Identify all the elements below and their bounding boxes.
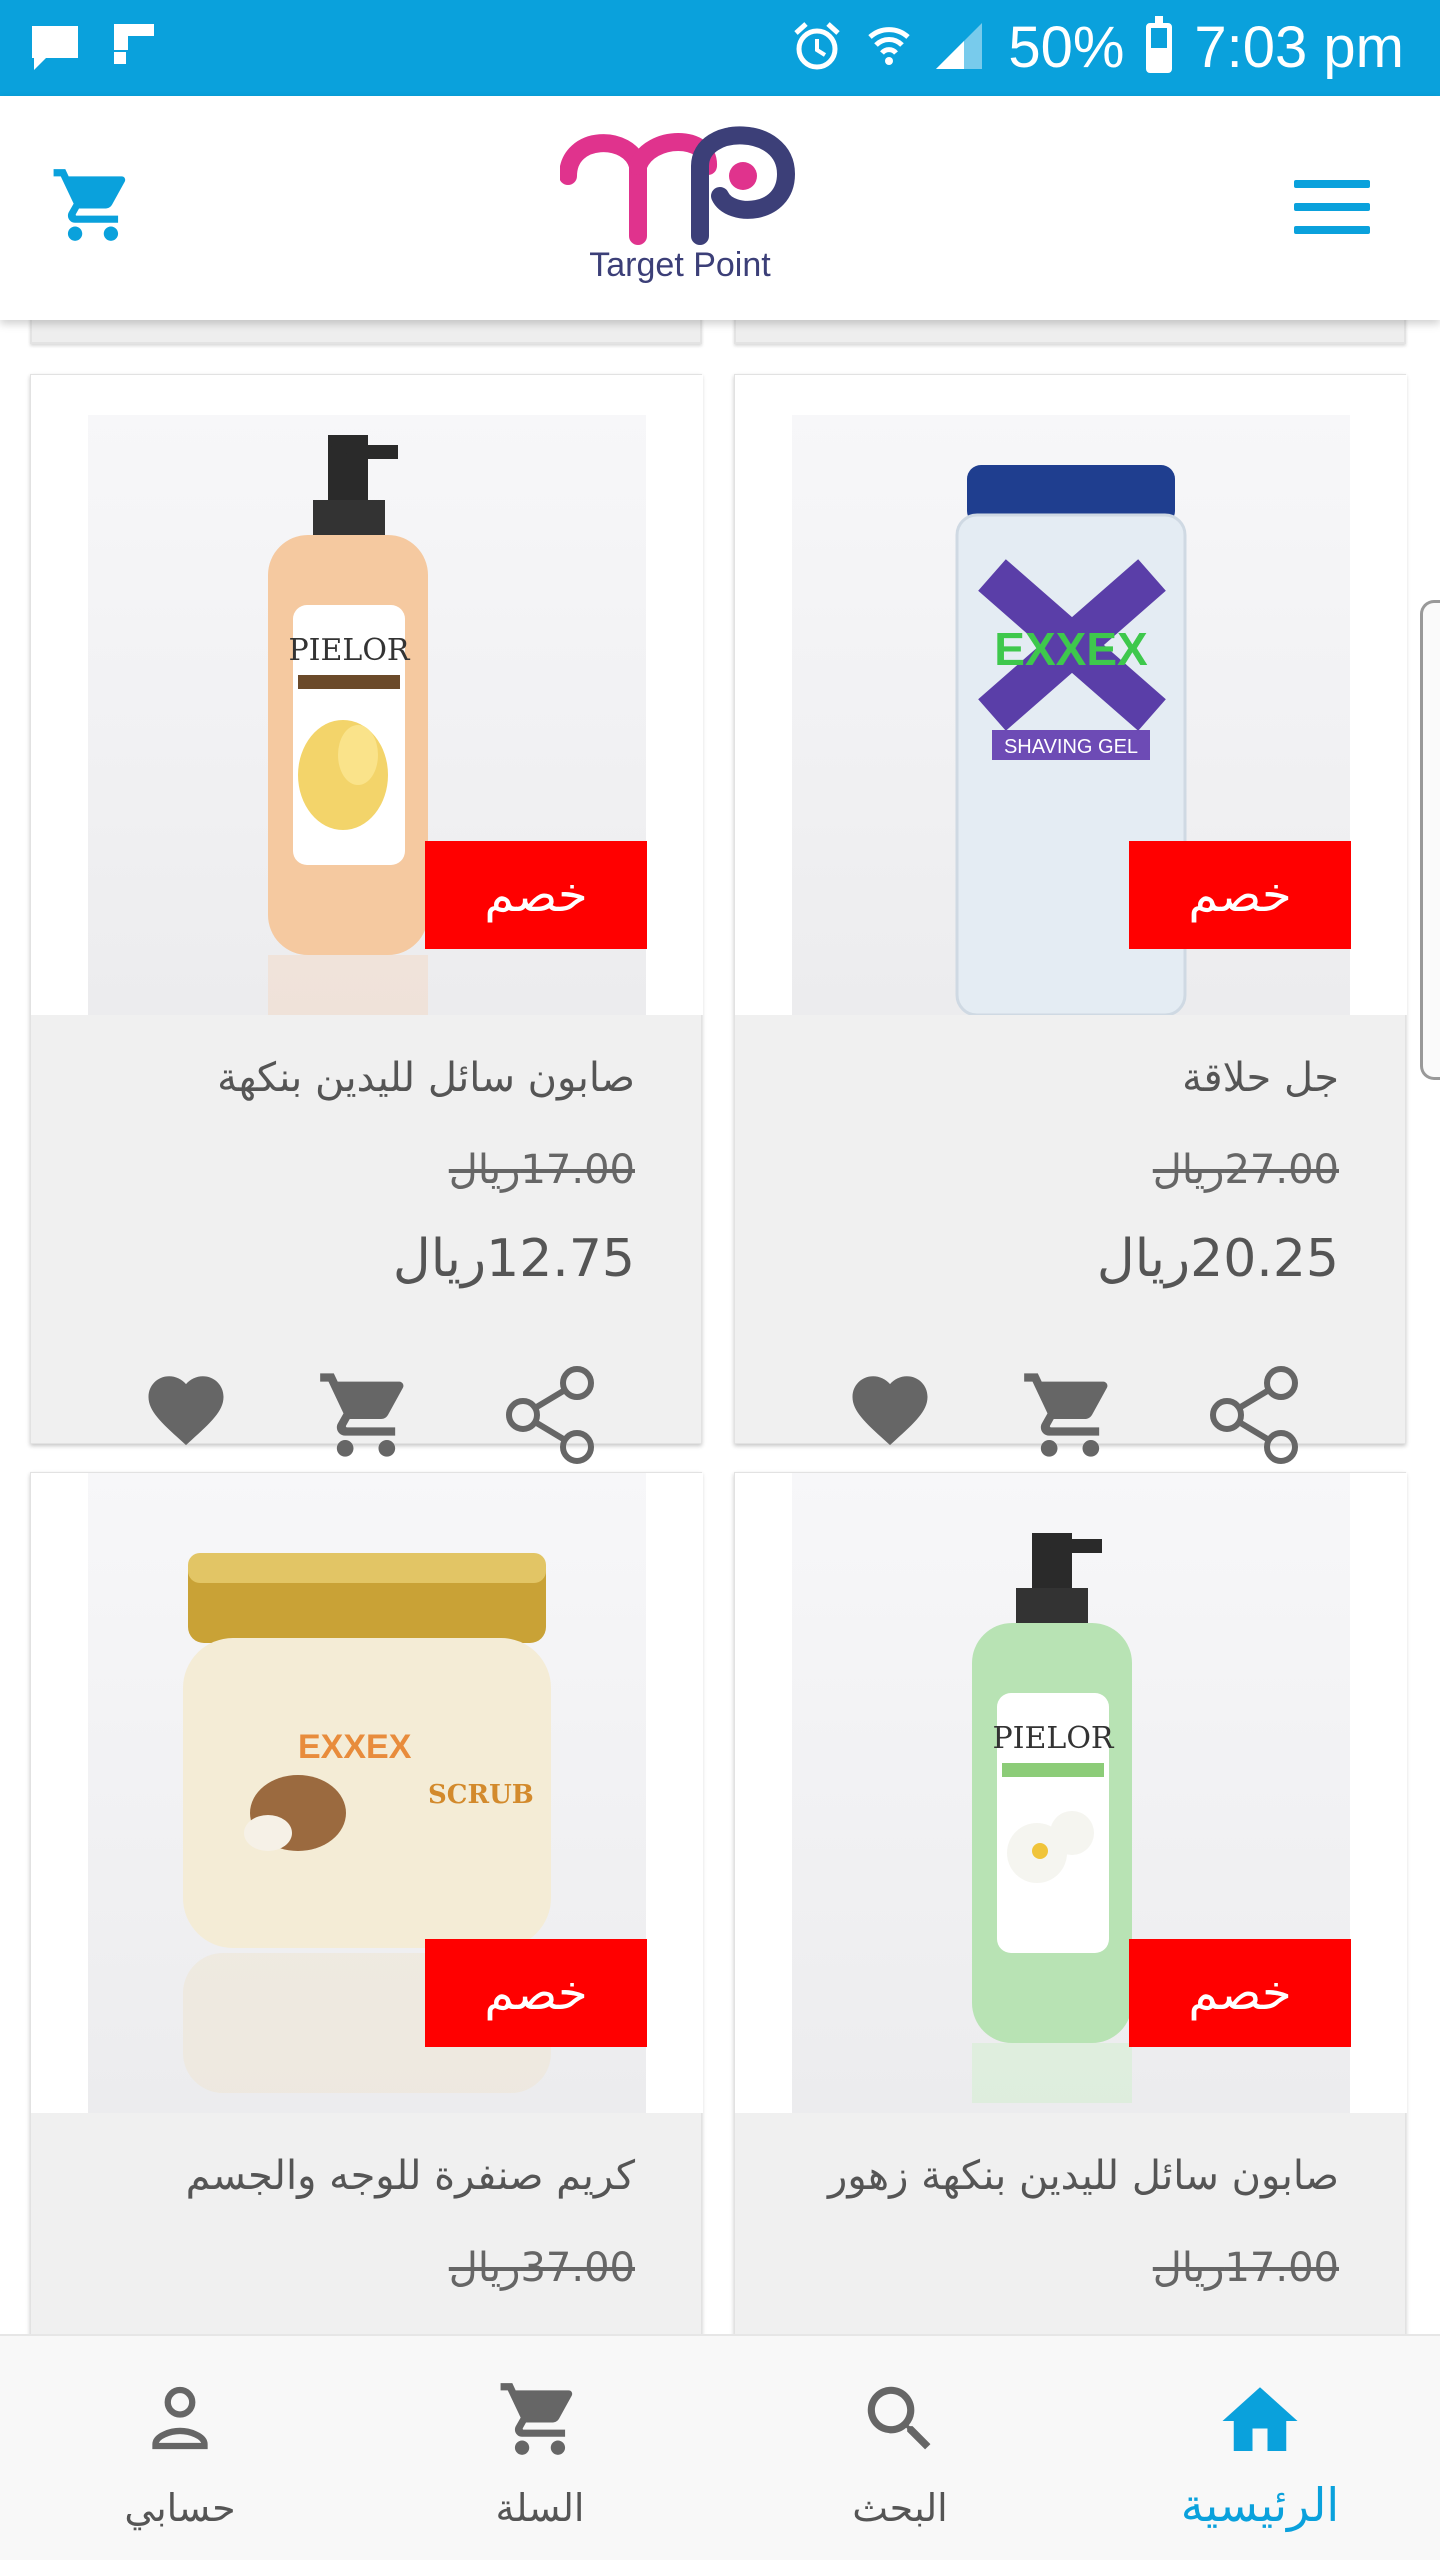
search-icon bbox=[720, 2376, 1080, 2462]
product-image[interactable]: EXXEX SCRUB خصم bbox=[31, 1473, 703, 2113]
person-icon bbox=[0, 2376, 360, 2460]
svg-text:PIELOR: PIELOR bbox=[992, 1721, 1114, 1756]
bottom-navigation: حسابي السلة البحث الرئيسية bbox=[0, 2334, 1440, 2560]
alarm-icon bbox=[790, 19, 844, 77]
clock: 7:03 pm bbox=[1194, 15, 1404, 80]
product-card[interactable]: EXXEX SCRUB خصم كريم صنفرة للوجه والجسم … bbox=[30, 1472, 703, 2334]
previous-card-stub bbox=[734, 320, 1406, 344]
status-bar: 50% 7:03 pm bbox=[0, 0, 1440, 96]
home-icon bbox=[1080, 2376, 1440, 2466]
svg-text:SCRUB: SCRUB bbox=[428, 1780, 534, 1810]
product-card[interactable]: EXXEX SHAVING GEL خصم جل حلاقة 27.00ريال… bbox=[734, 374, 1407, 1464]
add-to-cart-icon[interactable] bbox=[316, 1365, 416, 1469]
previous-card-stub bbox=[30, 320, 702, 344]
nav-search[interactable]: البحث bbox=[720, 2336, 1080, 2560]
share-icon[interactable] bbox=[501, 1365, 601, 1469]
battery-percent: 50% bbox=[1008, 15, 1125, 80]
signal-icon bbox=[934, 21, 986, 75]
discount-badge: خصم bbox=[425, 1939, 647, 2047]
chat-notification-icon bbox=[28, 22, 82, 78]
svg-text:EXXEX: EXXEX bbox=[298, 1728, 412, 1766]
discount-badge: خصم bbox=[1129, 1939, 1351, 2047]
logo-text: Target Point bbox=[589, 246, 771, 284]
product-name[interactable]: صابون سائل لليدين بنكهة زهور bbox=[828, 2153, 1339, 2199]
nav-home-label: الرئيسية bbox=[1180, 2478, 1340, 2532]
add-to-cart-icon[interactable] bbox=[1020, 1365, 1120, 1469]
old-price: 17.00ريال bbox=[448, 1147, 635, 1193]
logo-mark bbox=[559, 126, 796, 245]
product-grid[interactable]: PIELOR خصم صابون سائل لليدين بنكهة 17.00… bbox=[0, 320, 1440, 2334]
nav-account-label: حسابي bbox=[124, 2486, 236, 2530]
nav-search-label: البحث bbox=[852, 2486, 948, 2530]
nav-home[interactable]: الرئيسية bbox=[1080, 2336, 1440, 2560]
nav-cart-label: السلة bbox=[495, 2486, 585, 2530]
cart-icon bbox=[360, 2376, 720, 2462]
target-point-logo[interactable]: Target Point bbox=[559, 126, 800, 296]
battery-icon bbox=[1146, 16, 1173, 73]
hamburger-menu-icon[interactable] bbox=[1294, 180, 1370, 234]
product-image[interactable]: PIELOR خصم bbox=[735, 1473, 1407, 2113]
product-name[interactable]: كريم صنفرة للوجه والجسم bbox=[186, 2153, 635, 2199]
product-image[interactable]: EXXEX SHAVING GEL خصم bbox=[735, 375, 1407, 1015]
product-card[interactable]: PIELOR خصم صابون سائل لليدين بنكهة 17.00… bbox=[30, 374, 703, 1464]
new-price: 20.25ريال bbox=[1096, 1229, 1339, 1289]
discount-badge: خصم bbox=[1129, 841, 1351, 949]
share-icon[interactable] bbox=[1205, 1365, 1305, 1469]
heart-icon[interactable] bbox=[845, 1365, 935, 1459]
product-name[interactable]: جل حلاقة bbox=[1182, 1055, 1339, 1101]
old-price: 37.00ريال bbox=[448, 2245, 635, 2291]
new-price: 12.75ريال bbox=[392, 1229, 635, 1289]
nav-account[interactable]: حسابي bbox=[0, 2336, 360, 2560]
flipboard-notification-icon bbox=[112, 22, 156, 78]
svg-text:PIELOR: PIELOR bbox=[288, 633, 410, 668]
scroll-handle[interactable] bbox=[1420, 600, 1440, 1080]
product-card[interactable]: PIELOR خصم صابون سائل لليدين بنكهة زهور … bbox=[734, 1472, 1407, 2334]
cart-icon[interactable] bbox=[48, 162, 138, 252]
nav-cart[interactable]: السلة bbox=[360, 2336, 720, 2560]
discount-badge: خصم bbox=[425, 841, 647, 949]
wifi-icon bbox=[866, 19, 912, 77]
product-name[interactable]: صابون سائل لليدين بنكهة bbox=[217, 1055, 635, 1101]
svg-text:EXXEX: EXXEX bbox=[994, 623, 1148, 675]
product-image[interactable]: PIELOR خصم bbox=[31, 375, 703, 1015]
old-price: 27.00ريال bbox=[1152, 1147, 1339, 1193]
old-price: 17.00ريال bbox=[1152, 2245, 1339, 2291]
app-header: Target Point bbox=[0, 96, 1440, 320]
heart-icon[interactable] bbox=[141, 1365, 231, 1459]
svg-text:SHAVING GEL: SHAVING GEL bbox=[1004, 736, 1138, 758]
